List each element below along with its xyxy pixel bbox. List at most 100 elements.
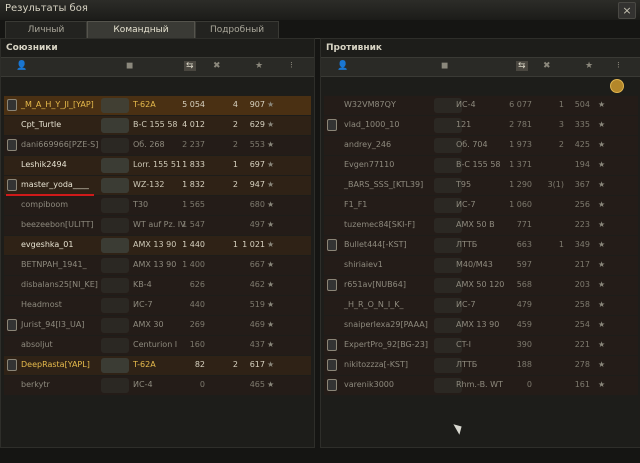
player-row[interactable]: andrey_246 Об. 704 1 973 2 425 ★	[324, 136, 638, 155]
player-row[interactable]: Bullet444[-KST] ЛТТБ 663 1 349 ★	[324, 236, 638, 255]
tank-name: ЛТТБ	[456, 360, 478, 369]
player-row[interactable]: W32VM87QY ИС-4 6 077 1 504 ★	[324, 96, 638, 115]
tank-icon	[101, 278, 129, 293]
star-icon: ★	[267, 220, 275, 229]
player-row[interactable]: Evgen77110 B-C 155 58 1 371 194 ★	[324, 156, 638, 175]
player-row[interactable]: snaiperlexa29[PAAA] AMX 13 90 459 254 ★	[324, 316, 638, 335]
tank-icon	[101, 318, 129, 333]
damage-value: 4 012	[182, 120, 205, 129]
tank-name: CT-I	[456, 340, 471, 349]
player-row[interactable]: vlad_1000_10 121 2 781 3 335 ★	[324, 116, 638, 135]
damage-value: 2 781	[509, 120, 532, 129]
star-icon: ★	[267, 280, 275, 289]
player-row[interactable]: tuzemec84[SKI-F] AMX 50 B 771 223 ★	[324, 216, 638, 235]
damage-icon[interactable]: ⇆	[184, 61, 196, 71]
player-row[interactable]: berkytr ИС-4 0 465 ★	[4, 376, 311, 395]
damage-value: 188	[516, 360, 532, 369]
kills-icon[interactable]: ✖	[213, 61, 221, 71]
star-icon: ★	[598, 300, 606, 309]
player-name: _M_A_H_Y_JI_[YAP]	[21, 100, 94, 109]
vehicle-icon[interactable]: ◼	[126, 61, 133, 71]
damage-value: 440	[189, 300, 205, 309]
tank-name: ИС-7	[133, 300, 153, 309]
experience-value: 258	[574, 300, 590, 309]
tank-icon	[101, 258, 129, 273]
close-button[interactable]: ×	[618, 2, 636, 19]
player-row[interactable]: r651av[NUB64] AMX 50 120 568 203 ★	[324, 276, 638, 295]
tank-name: T95	[456, 180, 472, 189]
window-title: Результаты боя	[5, 3, 88, 14]
tank-name: AMX 13 90	[456, 320, 500, 329]
kills-value: 3	[558, 120, 564, 129]
experience-value: 349	[574, 240, 590, 249]
player-row[interactable]: varenik3000 Rhm.-B. WT 0 161 ★	[324, 376, 638, 395]
platoon-icon[interactable]: ⁝	[617, 61, 620, 71]
platoon-icon	[327, 379, 337, 391]
damage-value: 626	[189, 280, 205, 289]
damage-value: 0	[199, 380, 205, 389]
kills-value: 2	[232, 120, 238, 129]
star-icon: ★	[598, 140, 606, 149]
player-name: master_yoda____	[21, 180, 89, 189]
player-row[interactable]: Jurist_94[I3_UA] AMX 30 269 469 ★	[4, 316, 311, 335]
tank-icon	[101, 198, 129, 213]
kills-icon[interactable]: ✖	[543, 61, 551, 71]
vehicle-icon[interactable]: ◼	[441, 61, 448, 71]
player-row[interactable]: disbalans25[NI_KE] KB-4 626 462 ★	[4, 276, 311, 295]
player-icon[interactable]: 👤	[16, 61, 27, 71]
player-icon[interactable]: 👤	[337, 61, 348, 71]
tab-personal-result[interactable]: Личный результат	[5, 21, 87, 51]
player-row[interactable]: absoljut Centurion I 160 437 ★	[4, 336, 311, 355]
player-row[interactable]: ExpertPro_92[BG-23] CT-I 390 221 ★	[324, 336, 638, 355]
damage-value: 390	[516, 340, 532, 349]
player-row[interactable]: evgeshka_01 AMX 13 90 1 440 1 1 021 ★	[4, 236, 311, 255]
player-row[interactable]: Leshik2494 Lorr. 155 51 1 833 1 697 ★	[4, 156, 311, 175]
star-icon: ★	[598, 320, 606, 329]
damage-value: 2 237	[182, 140, 205, 149]
experience-icon[interactable]: ★	[585, 61, 593, 71]
medal-icon	[610, 79, 624, 93]
star-icon: ★	[598, 340, 606, 349]
player-row[interactable]: Headmost ИС-7 440 519 ★	[4, 296, 311, 315]
experience-value: 697	[249, 160, 265, 169]
tab-team-result[interactable]: Командный результат	[87, 21, 195, 51]
player-row[interactable]: Cpt_Turtle B-C 155 58 4 012 2 629 ★	[4, 116, 311, 135]
player-row[interactable]: _H_R_O_N_I_K_ ИС-7 479 258 ★	[324, 296, 638, 315]
player-row[interactable]: _BARS_SSS_[KTL39] T95 1 290 3(1) 367 ★	[324, 176, 638, 195]
player-row[interactable]: DeepRasta[YAPL] T-62A 82 2 617 ★	[4, 356, 311, 375]
player-name: varenik3000	[344, 380, 394, 389]
damage-value: 6 077	[509, 100, 532, 109]
experience-icon[interactable]: ★	[255, 61, 263, 71]
player-name: Jurist_94[I3_UA]	[21, 320, 85, 329]
player-row[interactable]: _M_A_H_Y_JI_[YAP] T-62A 5 054 4 907 ★	[4, 96, 311, 115]
damage-value: 269	[189, 320, 205, 329]
star-icon: ★	[267, 200, 275, 209]
player-row[interactable]: master_yoda____ WZ-132 1 832 2 947 ★	[4, 176, 311, 195]
damage-value: 663	[516, 240, 532, 249]
player-name: r651av[NUB64]	[344, 280, 406, 289]
tab-detailed-report[interactable]: Подробный отчёт	[195, 21, 279, 51]
tank-name: ИС-7	[456, 300, 476, 309]
player-name: Leshik2494	[21, 160, 67, 169]
experience-value: 497	[249, 220, 265, 229]
platoon-icon	[327, 359, 337, 371]
star-icon: ★	[267, 340, 275, 349]
player-name: andrey_246	[344, 140, 392, 149]
tank-name: ЛТТБ	[456, 240, 478, 249]
tank-name: ИС-4	[456, 100, 476, 109]
damage-icon[interactable]: ⇆	[516, 61, 528, 71]
player-row[interactable]: BETNPAH_1941_ AMX 13 90 1 400 667 ★	[4, 256, 311, 275]
player-row[interactable]: shiriaiev1 M40/M43 597 217 ★	[324, 256, 638, 275]
player-row[interactable]: nikitozzza[-KST] ЛТТБ 188 278 ★	[324, 356, 638, 375]
platoon-icon[interactable]: ⁝	[290, 61, 293, 71]
player-row[interactable]: beezeebon[ULITT] WT auf Pz. IV 1 547 497 ★	[4, 216, 311, 235]
tank-name: B-C 155 58	[133, 120, 178, 129]
player-row[interactable]: F1_F1 ИС-7 1 060 256 ★	[324, 196, 638, 215]
player-row[interactable]: dani669966[PZE-S] Об. 268 2 237 2 553 ★	[4, 136, 311, 155]
player-name: Cpt_Turtle	[21, 120, 62, 129]
player-row[interactable]: compiboom T30 1 565 680 ★	[4, 196, 311, 215]
damage-value: 0	[526, 380, 532, 389]
experience-value: 335	[574, 120, 590, 129]
player-name: beezeebon[ULITT]	[21, 220, 94, 229]
tank-icon	[101, 118, 129, 133]
